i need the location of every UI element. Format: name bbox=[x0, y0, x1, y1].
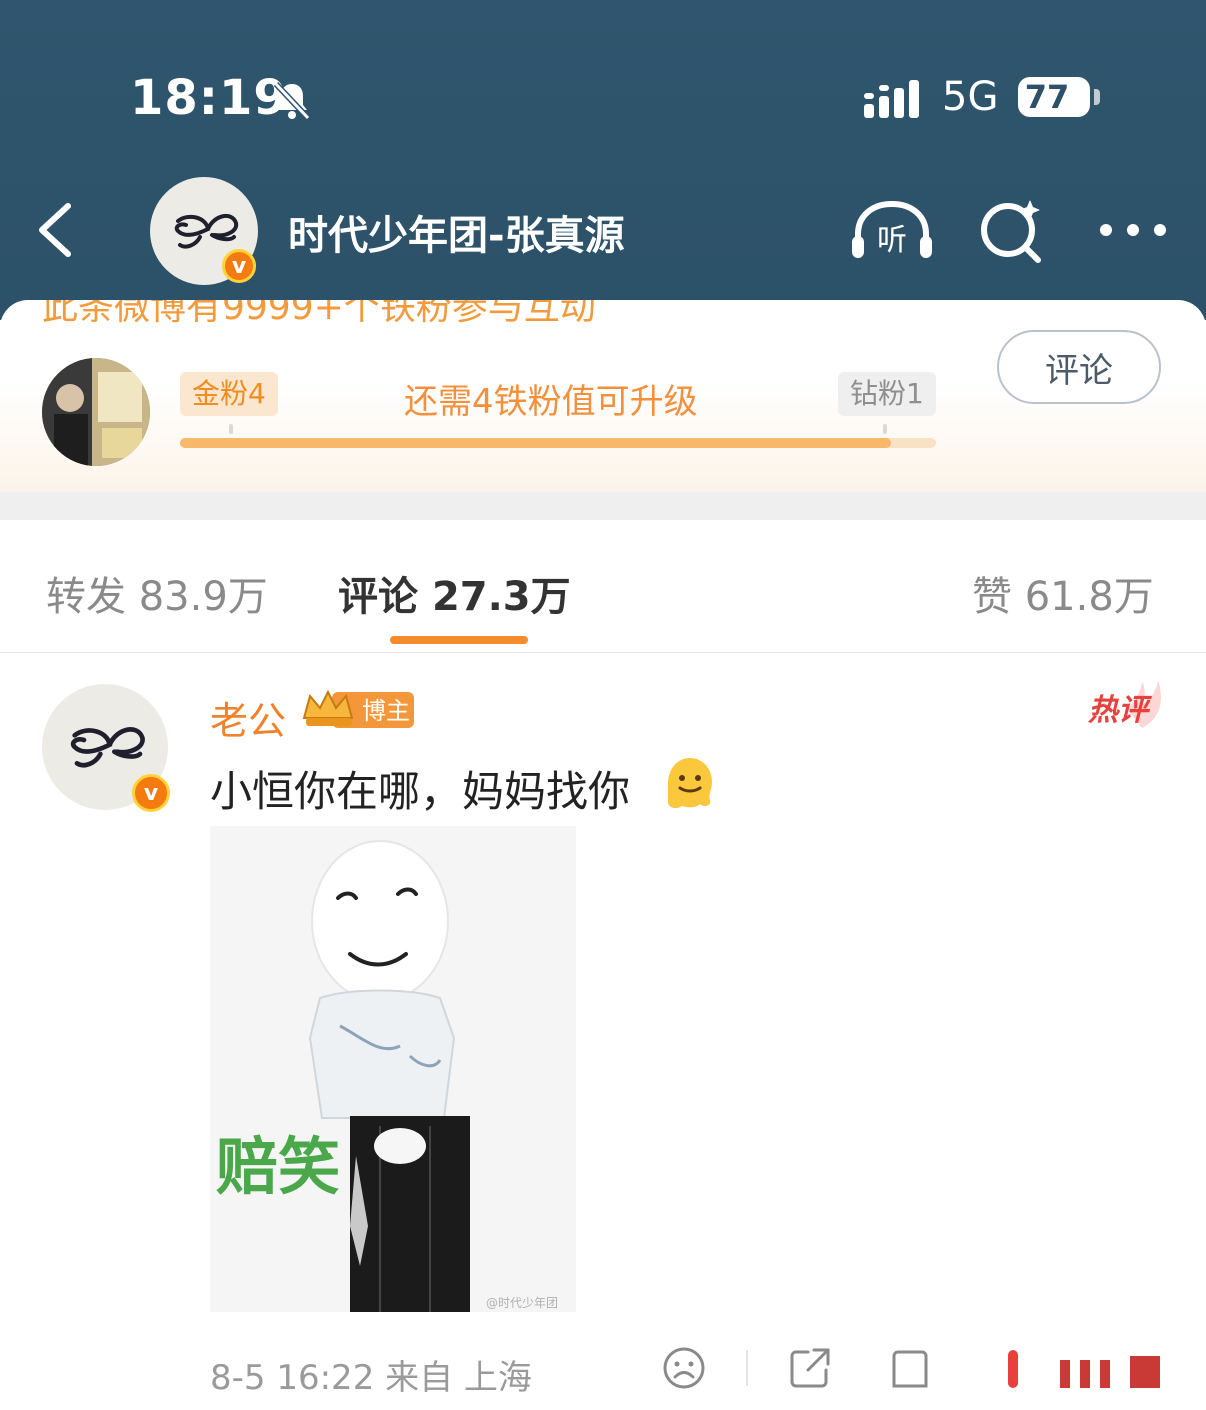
fan-level-card: 此条微博有9999+个铁粉参与互动 金粉4 还需4铁粉值可升级 钻粉1 评论 bbox=[0, 300, 1206, 492]
verified-badge: v bbox=[222, 249, 256, 283]
listen-label: 听 bbox=[877, 223, 907, 258]
tab-count: 27.3万 bbox=[431, 574, 571, 620]
like-icon[interactable] bbox=[1000, 1346, 1200, 1390]
fan-progress-bar bbox=[180, 438, 936, 448]
user-photo bbox=[42, 358, 150, 466]
progress-start-tick bbox=[229, 424, 233, 434]
page-avatar[interactable]: v bbox=[150, 177, 258, 285]
current-fan-level: 金粉4 bbox=[180, 372, 278, 416]
comment-image[interactable]: 赔笑 @时代少年团 bbox=[210, 826, 576, 1312]
meme-figure bbox=[210, 826, 576, 1312]
battery-level: 77 bbox=[1024, 78, 1070, 116]
verified-badge: v bbox=[132, 774, 170, 812]
tab-count: 61.8万 bbox=[1024, 574, 1154, 620]
comment-avatar[interactable]: v bbox=[42, 684, 170, 812]
author-badge-label: 博主 bbox=[362, 697, 410, 725]
section-divider bbox=[0, 492, 1206, 520]
more-icon[interactable] bbox=[1098, 222, 1168, 238]
tab-label: 评论 bbox=[338, 574, 418, 620]
tab-comments[interactable]: 评论 27.3万 bbox=[338, 564, 571, 622]
upgrade-hint: 还需4铁粉值可升级 bbox=[404, 382, 698, 422]
image-watermark: @时代少年团 bbox=[486, 1296, 559, 1310]
listen-icon[interactable]: 听 bbox=[850, 198, 934, 262]
network-type: 5G bbox=[942, 74, 999, 120]
back-icon[interactable] bbox=[34, 200, 84, 260]
bell-muted-icon bbox=[273, 81, 311, 121]
tab-reposts[interactable]: 转发 83.9万 bbox=[46, 564, 268, 622]
comment-author[interactable]: 老公 bbox=[210, 690, 286, 745]
status-time: 18:19 bbox=[130, 70, 288, 126]
comment-text: 小恒你在哪，妈妈找你 bbox=[210, 767, 631, 816]
melting-face-icon bbox=[668, 758, 712, 809]
dislike-face-icon[interactable] bbox=[662, 1346, 706, 1390]
active-tab-indicator bbox=[390, 636, 528, 644]
share-icon[interactable] bbox=[788, 1346, 832, 1390]
comment-button[interactable]: 评论 bbox=[997, 330, 1161, 404]
top-header: 18:19 5G 77 v 时代少年团-张真源 听 bbox=[0, 0, 1206, 320]
image-caption: 赔笑 bbox=[216, 1130, 341, 1203]
tab-likes[interactable]: 赞 61.8万 bbox=[972, 564, 1154, 622]
hot-comment-badge: 热评 bbox=[1087, 680, 1161, 728]
search-icon[interactable] bbox=[978, 198, 1044, 264]
tab-count: 83.9万 bbox=[138, 574, 268, 620]
tab-label: 转发 bbox=[46, 574, 126, 620]
action-divider bbox=[746, 1350, 748, 1386]
battery-nub bbox=[1094, 89, 1100, 105]
page-title: 时代少年团-张真源 bbox=[288, 213, 625, 259]
hot-comment-label: 热评 bbox=[1087, 693, 1153, 728]
fan-progress-fill bbox=[180, 438, 891, 448]
signal-icon bbox=[864, 80, 919, 118]
next-fan-level: 钻粉1 bbox=[838, 372, 936, 416]
user-avatar[interactable] bbox=[42, 358, 150, 466]
fan-banner: 此条微博有9999+个铁粉参与互动 bbox=[42, 300, 596, 328]
progress-end-tick bbox=[883, 424, 887, 434]
interaction-tabs: 转发 83.9万 评论 27.3万 赞 61.8万 bbox=[0, 520, 1206, 653]
author-badge: 博主 bbox=[302, 689, 414, 728]
tab-label: 赞 bbox=[972, 574, 1012, 620]
comment-meta: 8-5 16:22 来自 上海 bbox=[210, 1358, 532, 1398]
battery-indicator: 77 bbox=[1018, 77, 1090, 117]
comment-icon[interactable] bbox=[888, 1346, 932, 1390]
